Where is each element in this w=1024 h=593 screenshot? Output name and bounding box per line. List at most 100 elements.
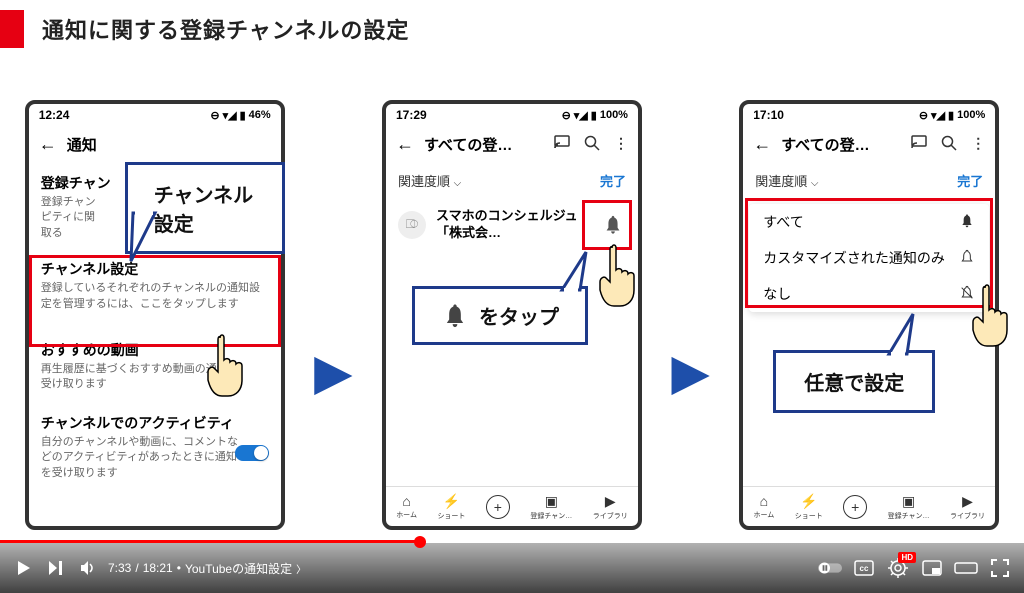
theater-button[interactable] [954,556,978,580]
cast-icon[interactable] [911,135,927,154]
nav-subs[interactable]: ▣登録チャン… [530,493,572,521]
hd-badge: HD [898,552,916,563]
callout-tail [889,314,919,354]
progress-played [0,540,420,543]
status-right: ⊖ ▾◢ ▮ 46% [210,109,270,122]
chevron-down-icon: ⌵ [454,178,462,189]
settings-button[interactable]: HD [886,556,910,580]
header-icons: ⋮ [554,135,628,154]
section-desc: 登録しているそれぞれのチャンネルの通知設定を管理するには、ここをタップします [41,281,269,312]
section-desc: 再生履歴に基づくおすすめ動画の通知を受け取ります [41,362,269,393]
sort-label[interactable]: 関連度順 ⌵ [755,171,818,190]
chevron-right-icon: 〉 [296,561,306,576]
progress-handle[interactable] [414,536,426,548]
battery-text: 100% [957,109,985,121]
header-title: すべての登… [424,134,544,155]
chevron-down-icon: ⌵ [811,178,819,189]
nav-subs[interactable]: ▣登録チャン… [888,493,930,521]
section-title: チャンネルでのアクティビティ [41,413,269,433]
done-link[interactable]: 完了 [957,171,983,190]
home-icon: ⌂ [760,493,768,509]
phone-3: 17:10 ⊖ ▾◢ ▮ 100% ← すべての登… ⋮ 関連度順 ⌵ [739,100,999,530]
time-display: 7:33 / 18:21 • YouTubeの通知設定 〉 [108,560,306,577]
callout-tap-bell: をタップ [412,286,588,345]
back-arrow-icon[interactable]: ← [396,134,414,155]
done-link[interactable]: 完了 [600,171,626,190]
bell-off-icon [959,285,975,304]
nav-library[interactable]: ▶ライブラリ [950,493,985,521]
autoplay-toggle[interactable] [818,556,842,580]
status-time: 17:29 [396,108,427,122]
location-icon: ⊖ [562,109,571,122]
more-icon[interactable]: ⋮ [971,135,985,154]
option-all[interactable]: すべて [749,204,989,240]
fullscreen-button[interactable] [988,556,1012,580]
section-desc: 自分のチャンネルや動画に、コメントなどのアクティビティがあったときに通知を受け取… [41,435,269,481]
battery-text: 46% [249,109,271,121]
battery-icon: ▮ [948,109,954,122]
play-button[interactable] [12,556,36,580]
slide-header: 通知に関する登録チャンネルの設定 [0,0,1024,58]
search-icon[interactable] [941,135,957,154]
header-title: すべての登… [781,134,901,155]
nav-shorts[interactable]: ⚡ショート [795,493,823,521]
location-icon: ⊖ [210,109,219,122]
shorts-icon: ⚡ [443,493,460,510]
battery-icon: ▮ [591,109,597,122]
channel-row[interactable]: ⎄ スマホのコンシェルジュ「株式会… [386,198,638,252]
toggle-switch[interactable] [235,445,269,461]
bottom-nav: ⌂ホーム ⚡ショート + ▣登録チャン… ▶ライブラリ [743,486,995,526]
bell-outline-icon [959,249,975,268]
nav-add[interactable]: + [486,495,510,519]
wifi-icon: ▾◢ [931,109,945,122]
channel-avatar: ⎄ [398,211,426,239]
back-arrow-icon[interactable]: ← [39,134,57,155]
nav-add[interactable]: + [843,495,867,519]
option-none[interactable]: なし [749,276,989,312]
chapter-title[interactable]: YouTubeの通知設定 [185,560,292,577]
channel-name: スマホのコンシェルジュ「株式会… [436,208,590,242]
arrow-right-icon: ▶ [314,343,352,401]
bell-icon[interactable] [600,212,626,238]
section-activity[interactable]: チャンネルでのアクティビティ 自分のチャンネルや動画に、コメントなどのアクティビ… [29,403,281,491]
status-bar: 17:10 ⊖ ▾◢ ▮ 100% [743,104,995,126]
callout-tail [133,213,163,263]
bottom-nav: ⌂ホーム ⚡ショート + ▣登録チャン… ▶ライブラリ [386,486,638,526]
nav-home[interactable]: ⌂ホーム [753,493,774,520]
next-button[interactable] [44,556,68,580]
status-bar: 12:24 ⊖ ▾◢ ▮ 46% [29,104,281,126]
nav-home[interactable]: ⌂ホーム [396,493,417,520]
volume-button[interactable] [76,556,100,580]
subs-icon: ▣ [902,493,915,510]
more-icon[interactable]: ⋮ [614,135,628,154]
miniplayer-button[interactable] [920,556,944,580]
plus-icon: + [843,495,867,519]
slide-title: 通知に関する登録チャンネルの設定 [42,13,409,45]
sort-row: 関連度順 ⌵ 完了 [386,163,638,198]
search-icon[interactable] [584,135,600,154]
nav-library[interactable]: ▶ライブラリ [593,493,628,521]
bell-fill-icon [959,213,975,232]
battery-text: 100% [600,109,628,121]
svg-text:cc: cc [860,564,869,573]
captions-button[interactable]: cc [852,556,876,580]
library-icon: ▶ [605,493,616,510]
status-right: ⊖ ▾◢ ▮ 100% [919,109,985,122]
options-popup: すべて カスタマイズされた通知のみ なし [749,204,989,312]
back-arrow-icon[interactable]: ← [753,134,771,155]
callout-set-any: 任意で設定 [773,350,935,413]
cast-icon[interactable] [554,135,570,154]
sort-label[interactable]: 関連度順 ⌵ [398,171,461,190]
section-recommended[interactable]: おすすめの動画 再生履歴に基づくおすすめ動画の通知を受け取ります [29,326,281,403]
battery-icon: ▮ [240,109,246,122]
phone-header: ← すべての登… ⋮ [386,126,638,163]
status-time: 17:10 [753,108,784,122]
bell-icon [441,302,469,330]
sort-row: 関連度順 ⌵ 完了 [743,163,995,198]
header-title: 通知 [67,134,271,155]
status-time: 12:24 [39,108,70,122]
nav-shorts[interactable]: ⚡ショート [437,493,465,521]
progress-track[interactable] [0,540,1024,543]
option-custom[interactable]: カスタマイズされた通知のみ [749,240,989,276]
plus-icon: + [486,495,510,519]
